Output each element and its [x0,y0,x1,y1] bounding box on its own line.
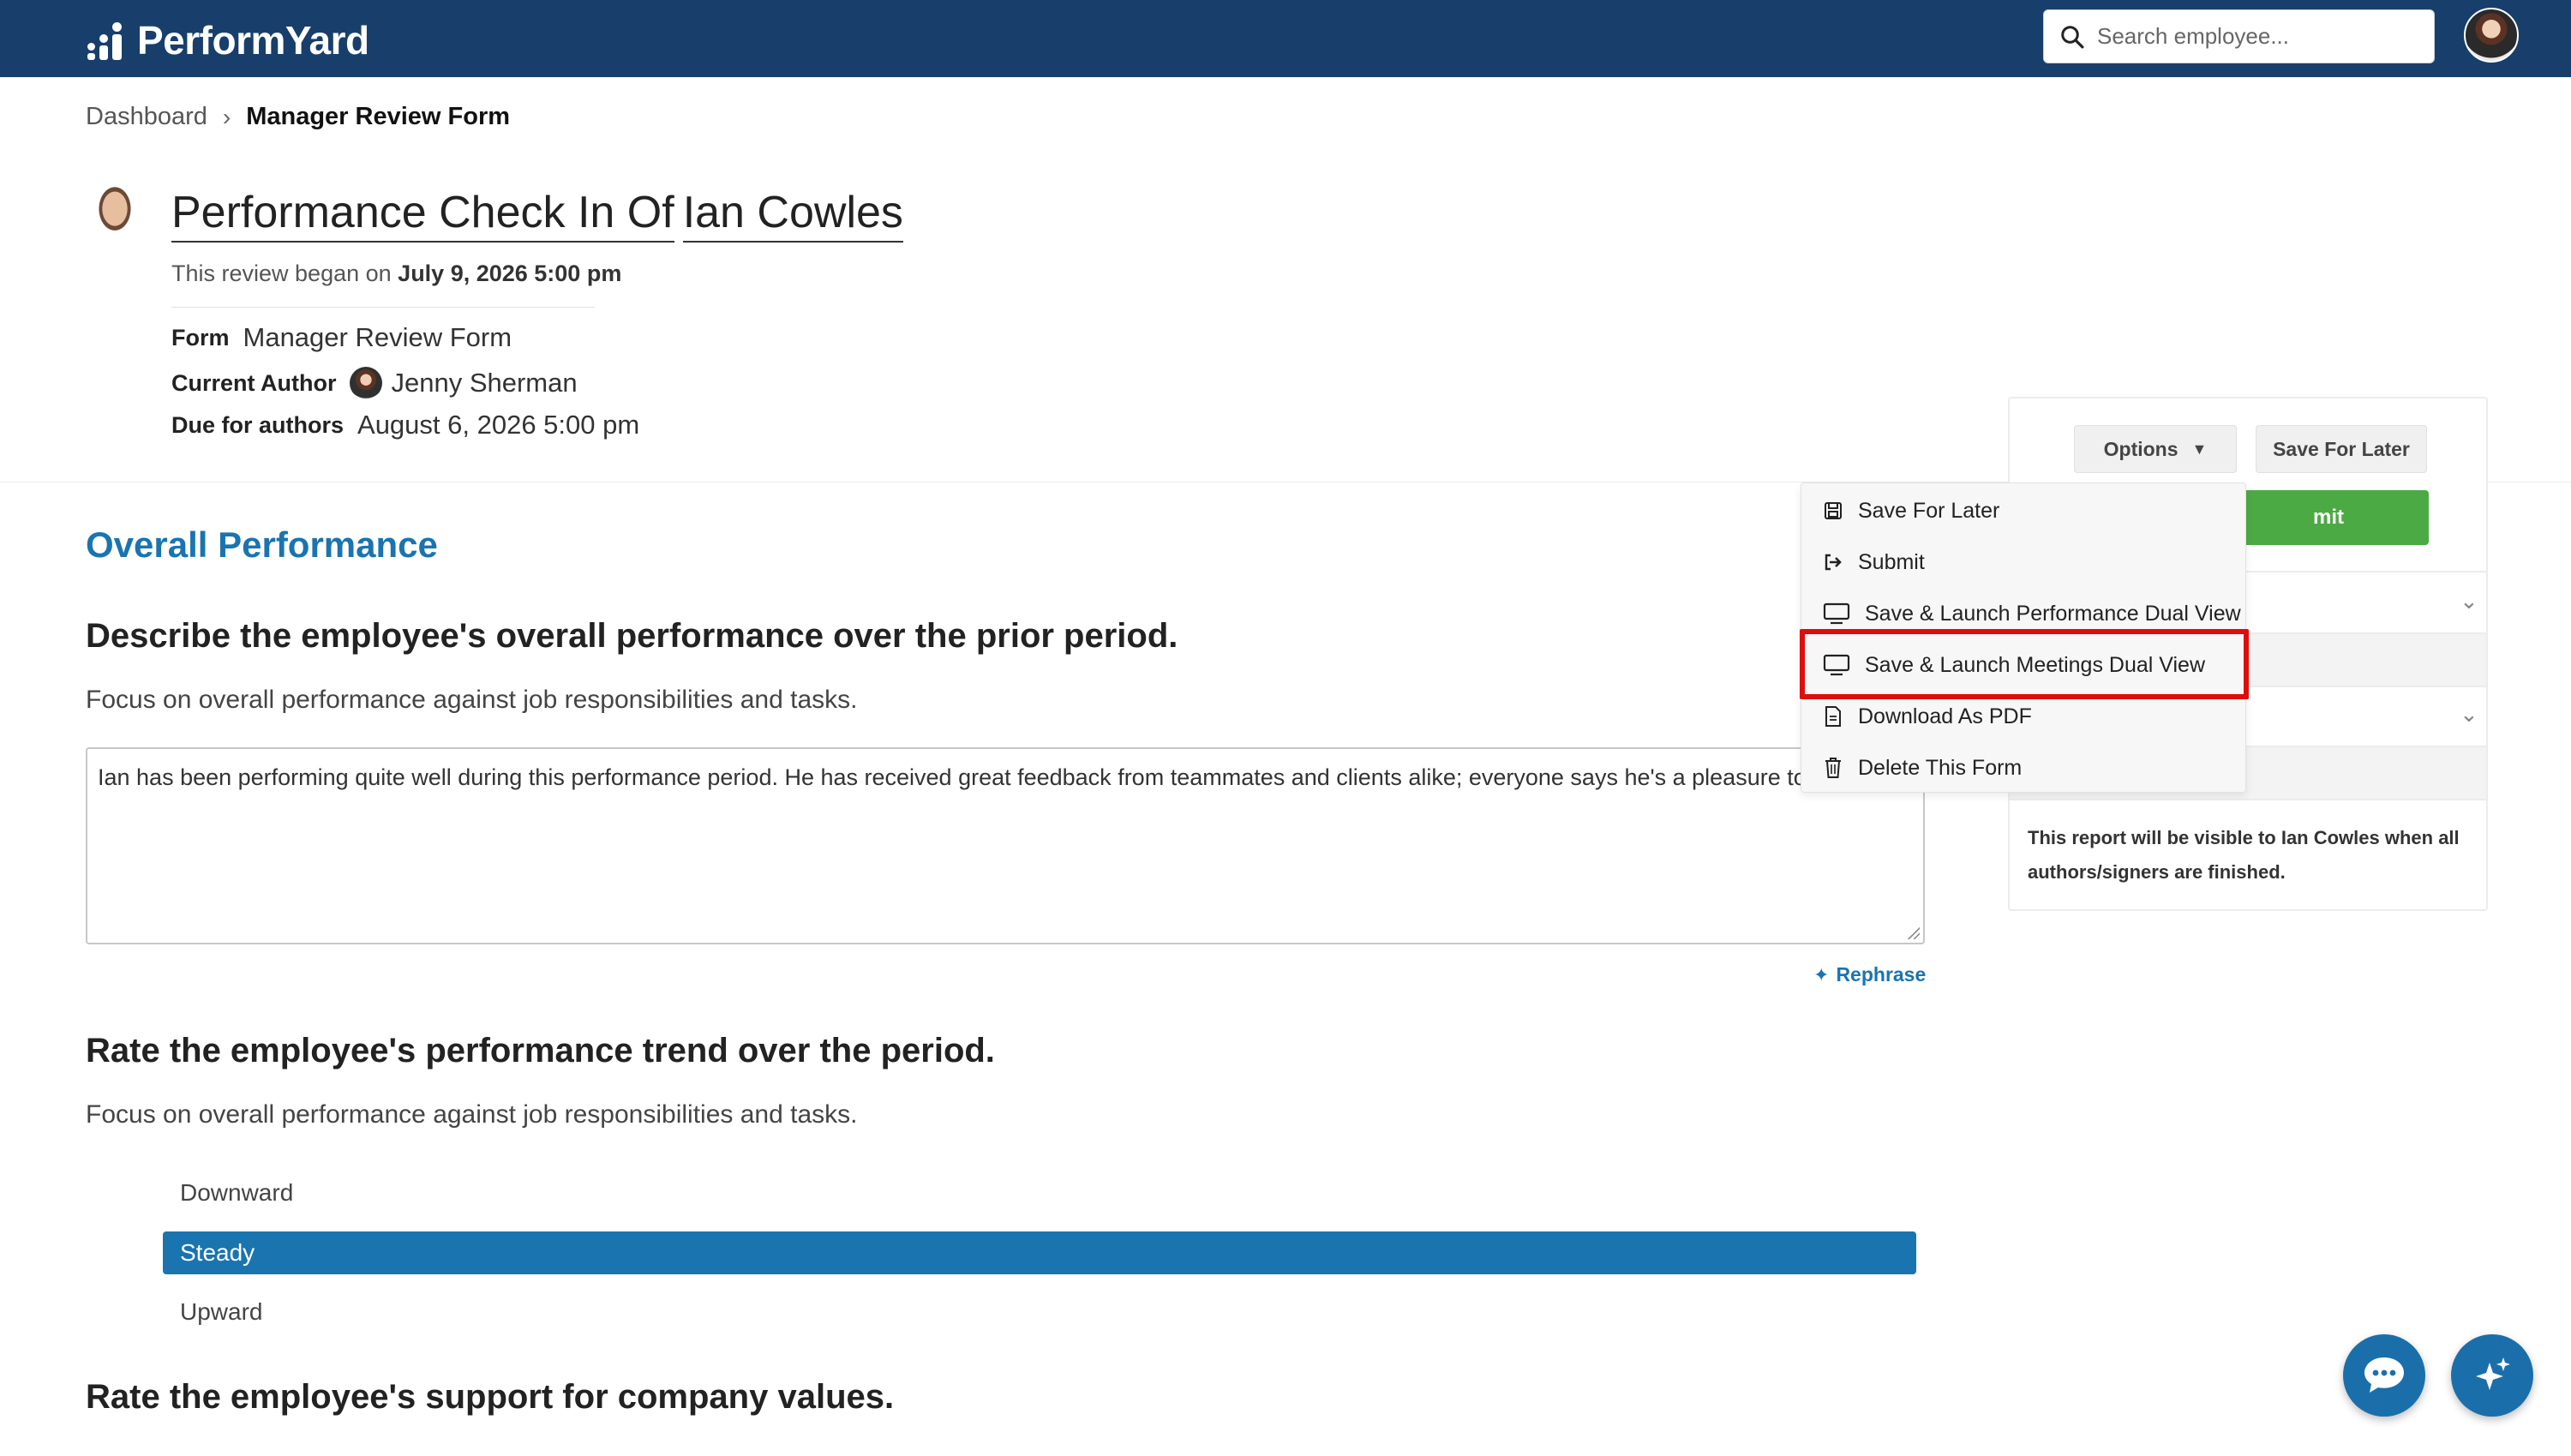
meta-form: Form Manager Review Form [171,322,512,353]
save-later-label: Save For Later [2273,437,2410,460]
option-label: Steady [180,1239,255,1266]
user-avatar[interactable] [2464,8,2519,63]
meta-due: Due for authors August 6, 2026 5:00 pm [171,410,639,440]
ai-assistant-button[interactable] [2451,1334,2533,1417]
highlight-annotation [1800,629,2249,699]
section-title: Overall Performance [86,524,438,565]
menu-item-delete-form[interactable]: Delete This Form [1822,749,2022,787]
option-label: Downward [180,1179,294,1206]
chat-bubble-icon [2364,1357,2404,1393]
answer-text: Ian has been performing quite well durin… [98,764,1885,790]
chevron-right-icon: › [222,103,231,130]
top-navbar: PerformYard [0,0,2571,77]
menu-item-label: Submit [1858,549,1925,574]
menu-item-label: Delete This Form [1858,755,2023,780]
began-prefix: This review began on [171,261,392,286]
monitor-icon [1822,602,1851,625]
menu-item-label: Download As PDF [1858,704,2032,728]
rephrase-label: Rephrase [1836,963,1927,986]
breadcrumb-current: Manager Review Form [246,103,511,130]
chat-button[interactable] [2343,1334,2425,1417]
review-began: This review began on July 9, 2026 5:00 p… [171,261,621,287]
chevron-down-icon[interactable]: ⌄ [2460,588,2478,614]
form-value: Manager Review Form [243,322,512,352]
question-1-answer-textarea[interactable]: Ian has been performing quite well durin… [86,747,1925,944]
save-icon [1822,500,1844,522]
page: PerformYard Dashboard › Manager Review F… [0,0,2571,1456]
rephrase-button[interactable]: ✦ Rephrase [1813,963,1926,986]
page-title: Performance Check In Of Ian Cowles [171,187,903,243]
due-value: August 6, 2026 5:00 pm [357,410,640,440]
trend-option-downward[interactable]: Downward [163,1171,1916,1214]
menu-item-submit[interactable]: Submit [1822,543,1925,581]
options-dropdown-button[interactable]: Options ▼ [2074,425,2237,473]
chevron-down-icon[interactable]: ⌄ [2460,701,2478,728]
author-avatar [350,367,383,399]
save-for-later-button[interactable]: Save For Later [2256,425,2427,473]
trend-option-upward[interactable]: Upward [163,1291,1916,1333]
breadcrumb-dashboard-link[interactable]: Dashboard [86,103,207,131]
search-input[interactable] [2097,23,2423,50]
question-3-title: Rate the employee's support for company … [86,1378,895,1416]
submit-label: mit [2313,506,2344,529]
question-2-title: Rate the employee's performance trend ov… [86,1032,995,1070]
form-label: Form [171,324,230,351]
caret-down-icon: ▼ [2191,440,2208,458]
question-1-help: Focus on overall performance against job… [86,686,858,714]
trash-icon [1822,757,1844,779]
brand-name: PerformYard [137,18,369,63]
menu-item-download-pdf[interactable]: Download As PDF [1822,698,2032,735]
trend-option-steady[interactable]: Steady [163,1231,1916,1274]
menu-item-label: Save & Launch Performance Dual View [1865,601,2241,626]
menu-item-save-for-later[interactable]: Save For Later [1822,492,1999,530]
divider [2010,799,2486,800]
due-label: Due for authors [171,411,345,438]
resize-handle[interactable] [1906,926,1920,939]
logo-bars-icon [87,21,129,60]
submit-icon [1822,551,1844,573]
brand-logo[interactable]: PerformYard [87,17,369,63]
divider [171,307,595,308]
search-icon [2061,25,2084,48]
visibility-note: This report will be visible to Ian Cowle… [2028,827,2460,883]
question-2-help: Focus on overall performance against job… [86,1100,858,1129]
question-1-title: Describe the employee's overall performa… [86,617,1178,655]
author-label: Current Author [171,369,337,396]
author-value: Jenny Sherman [391,368,578,398]
options-label: Options [2103,437,2178,460]
option-label: Upward [180,1298,263,1325]
employee-name-link[interactable]: Ian Cowles [682,188,903,243]
meta-author: Current Author Jenny Sherman [171,367,578,399]
review-title-text: Performance Check In Of [171,188,674,243]
sparkle-icon: ✦ [1813,963,1830,986]
document-icon [1822,705,1844,728]
menu-item-label: Save For Later [1858,498,2000,523]
employee-avatar [86,180,144,249]
sparkle-icon [2476,1357,2510,1390]
breadcrumb: Dashboard › Manager Review Form [86,103,510,131]
employee-search[interactable] [2043,9,2435,63]
menu-item-performance-dual-view[interactable]: Save & Launch Performance Dual View [1822,595,2241,632]
began-date: July 9, 2026 5:00 pm [398,261,622,286]
